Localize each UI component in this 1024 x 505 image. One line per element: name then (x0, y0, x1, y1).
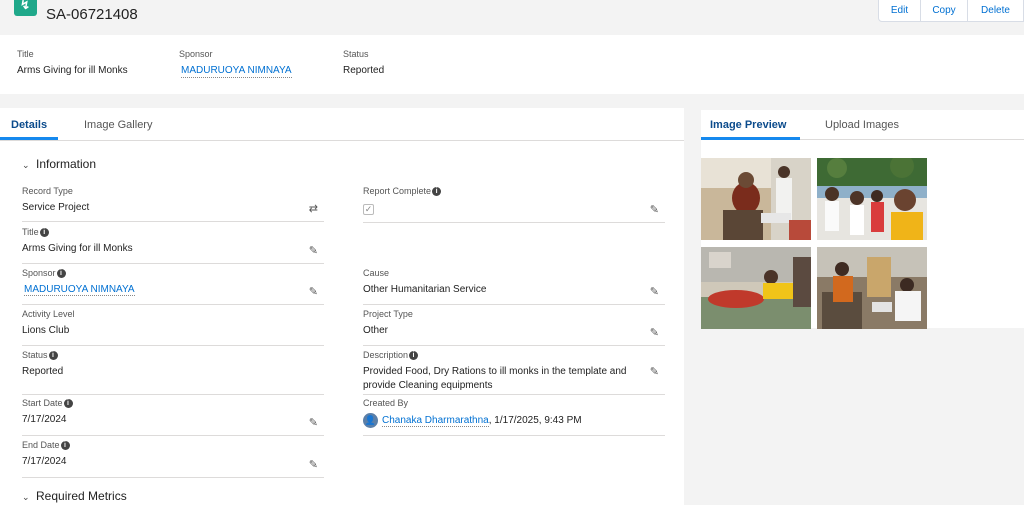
image-tabs: Image Preview Upload Images (701, 110, 1024, 140)
title-value: Arms Giving for ill Monks (22, 243, 133, 254)
record-header: ↯ SA-06721408 Edit Copy Delete (0, 0, 1024, 35)
active-tab-indicator (701, 137, 800, 140)
info-icon[interactable]: i (48, 351, 58, 360)
delete-button[interactable]: Delete (967, 0, 1024, 22)
activity-level-value: Lions Club (22, 325, 70, 336)
detail-tabs: Details Image Gallery (0, 108, 684, 141)
highlight-status-value: Reported (343, 65, 385, 76)
edit-report-complete-icon[interactable]: ✎ (650, 203, 659, 216)
details-panel: Details Image Gallery ⌄ Information Recor… (0, 108, 684, 505)
highlight-title: Title Arms Giving for ill Monks (17, 49, 128, 76)
title-label: Title (22, 227, 39, 237)
info-icon[interactable]: i (63, 399, 73, 408)
preview-photo-4[interactable] (817, 247, 927, 329)
project-type-label: Project Type (363, 309, 413, 319)
field-report-complete: Report Complete i ✓ ✎ (363, 186, 665, 223)
copy-button[interactable]: Copy (920, 0, 968, 22)
edit-title-icon[interactable]: ✎ (309, 244, 318, 257)
edit-sponsor-icon[interactable]: ✎ (309, 285, 318, 298)
chevron-down-icon: ⌄ (22, 492, 30, 502)
status-label: Status (22, 350, 48, 360)
service-activity-icon: ↯ (14, 0, 37, 16)
edit-button[interactable]: Edit (878, 0, 921, 22)
status-value: Reported (22, 366, 64, 377)
highlight-sponsor-link[interactable]: MADURUOYA NIMNAYA (181, 65, 292, 78)
image-panel: Image Preview Upload Images (701, 110, 1024, 329)
tab-image-preview[interactable]: Image Preview (710, 119, 786, 131)
info-icon[interactable]: i (432, 187, 442, 196)
start-date-label: Start Date (22, 398, 63, 408)
field-activity-level: Activity Level Lions Club (22, 309, 324, 346)
section-metrics-title: Required Metrics (36, 489, 127, 503)
description-label: Description (363, 350, 409, 360)
edit-description-icon[interactable]: ✎ (650, 365, 659, 378)
project-type-value: Other (363, 325, 389, 336)
created-by-user-link[interactable]: Chanaka Dharmarathna (382, 415, 489, 428)
info-icon[interactable]: i (56, 269, 66, 278)
report-complete-label: Report Complete (363, 186, 432, 196)
field-status: Status i Reported (22, 350, 324, 395)
created-by-label: Created By (363, 398, 409, 408)
tab-upload-images[interactable]: Upload Images (825, 119, 899, 131)
info-icon[interactable]: i (60, 441, 70, 450)
chevron-down-icon: ⌄ (22, 160, 30, 170)
description-value: Provided Food, Dry Rations to ill monks … (363, 366, 627, 391)
active-tab-indicator (0, 137, 58, 140)
field-record-type: Record Type Service Project ⇄ (22, 186, 324, 222)
preview-photo-3[interactable] (701, 247, 811, 329)
highlight-sponsor: Sponsor MADURUOYA NIMNAYA (179, 49, 292, 78)
field-project-type: Project Type Other ✎ (363, 309, 665, 346)
field-start-date: Start Date i 7/17/2024 ✎ (22, 398, 324, 436)
sponsor-link[interactable]: MADURUOYA NIMNAYA (24, 284, 135, 296)
highlight-status: Status Reported (343, 49, 384, 76)
preview-photo-2[interactable] (817, 158, 927, 240)
preview-photo-1[interactable] (701, 158, 811, 240)
user-avatar-icon: 👤 (363, 413, 378, 428)
record-type-label: Record Type (22, 186, 73, 196)
action-buttons: Edit Copy Delete (878, 0, 1024, 22)
change-record-type-icon[interactable]: ⇄ (309, 202, 318, 215)
tab-details[interactable]: Details (11, 119, 47, 131)
field-created-by: Created By 👤 Chanaka Dharmarathna, 1/17/2… (363, 398, 665, 436)
field-title: Title i Arms Giving for ill Monks ✎ (22, 227, 324, 264)
section-required-metrics[interactable]: ⌄ Required Metrics (22, 489, 127, 503)
field-end-date: End Date i 7/17/2024 ✎ (22, 440, 324, 478)
field-cause: Cause Other Humanitarian Service ✎ (363, 268, 665, 305)
highlight-title-label: Title (17, 49, 34, 59)
end-date-value: 7/17/2024 (22, 456, 67, 467)
info-icon[interactable]: i (39, 228, 49, 237)
edit-cause-icon[interactable]: ✎ (650, 285, 659, 298)
report-complete-checkbox: ✓ (363, 204, 374, 215)
edit-end-date-icon[interactable]: ✎ (309, 458, 318, 471)
section-information-title: Information (36, 157, 97, 171)
cause-label: Cause (363, 268, 390, 278)
activity-level-label: Activity Level (22, 309, 75, 319)
highlight-title-value: Arms Giving for ill Monks (17, 65, 128, 76)
field-description: Description i Provided Food, Dry Rations … (363, 350, 665, 395)
highlight-status-label: Status (343, 49, 369, 59)
edit-project-type-icon[interactable]: ✎ (650, 326, 659, 339)
end-date-label: End Date (22, 440, 60, 450)
record-type-value: Service Project (22, 202, 90, 213)
info-icon[interactable]: i (409, 351, 419, 360)
record-number: SA-06721408 (46, 6, 138, 23)
section-information[interactable]: ⌄ Information (22, 157, 96, 171)
start-date-value: 7/17/2024 (22, 414, 67, 425)
highlight-sponsor-label: Sponsor (179, 49, 213, 59)
created-by-timestamp: , 1/17/2025, 9:43 PM (488, 415, 582, 427)
tab-image-gallery[interactable]: Image Gallery (84, 119, 152, 131)
field-sponsor: Sponsor i MADURUOYA NIMNAYA ✎ (22, 268, 324, 305)
edit-start-date-icon[interactable]: ✎ (309, 416, 318, 429)
cause-value: Other Humanitarian Service (363, 284, 487, 295)
highlights-panel: Title Arms Giving for ill Monks Sponsor … (0, 35, 1024, 94)
sponsor-label: Sponsor (22, 268, 56, 278)
